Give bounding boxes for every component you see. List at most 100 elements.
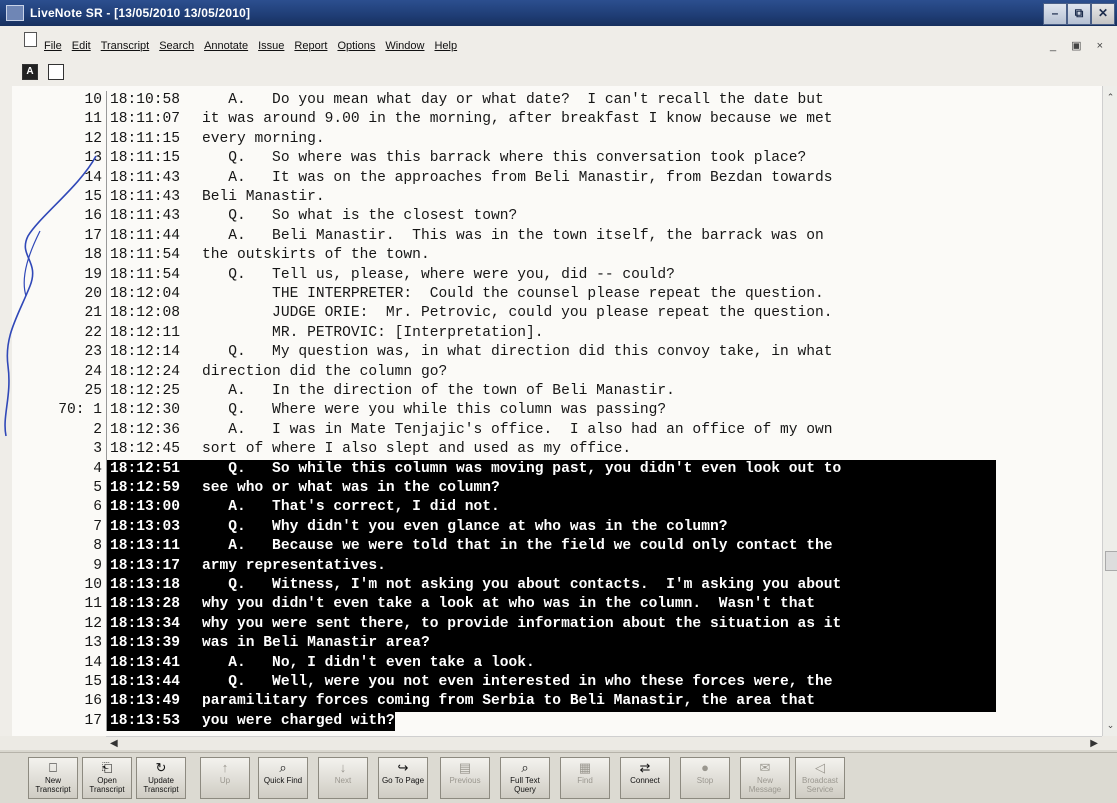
timestamp: 18:12:36 bbox=[106, 420, 180, 441]
new-message-button[interactable]: ✉ New Message bbox=[740, 757, 790, 799]
transcript-text: Q. Tell us, please, where were you, did … bbox=[202, 266, 675, 283]
menu-help[interactable]: Help bbox=[434, 40, 457, 52]
transcript-line[interactable]: 24 18:12:24 direction did the column go? bbox=[12, 362, 1102, 382]
transcript-line[interactable]: 23 18:12:14 Q. My question was, in what d… bbox=[12, 343, 1102, 363]
toolbar-button-label: New Message bbox=[748, 776, 782, 794]
transcript-line[interactable]: 11 18:11:07 it was around 9.00 in the morn… bbox=[12, 110, 1102, 130]
mdi-controls[interactable]: _ ▣ × bbox=[1050, 39, 1109, 52]
transcript-line[interactable]: 13 18:13:39 was in Beli Manastir area? bbox=[12, 634, 1102, 654]
transcript-text: Q. So what is the closest town? bbox=[202, 208, 518, 225]
toolbar-button-label: Quick Find bbox=[263, 776, 303, 785]
transcript-line[interactable]: 17 18:13:53 you were charged with? bbox=[12, 711, 1102, 732]
line-number: 11 bbox=[84, 111, 102, 128]
line-number: 6 bbox=[93, 499, 102, 516]
find-button[interactable]: ▦ Find bbox=[560, 757, 610, 799]
broadcast-icon: ◁ bbox=[815, 760, 825, 775]
menu-annotate[interactable]: Annotate bbox=[204, 40, 248, 52]
transcript-line[interactable]: 14 18:13:41 A. No, I didn't even take a l… bbox=[12, 653, 1102, 673]
go-to-page-button[interactable]: ↪ Go To Page bbox=[378, 757, 428, 799]
annotation-view-icon[interactable]: A bbox=[22, 64, 38, 80]
stop-button[interactable]: ● Stop bbox=[680, 757, 730, 799]
scroll-up-icon[interactable]: ⌃ bbox=[1103, 90, 1117, 105]
line-number: 70: 1 bbox=[58, 402, 102, 419]
menu-options[interactable]: Options bbox=[337, 40, 375, 52]
timestamp: 18:12:24 bbox=[106, 362, 180, 382]
menu-report[interactable]: Report bbox=[294, 40, 327, 52]
window-title-bar[interactable]: LiveNote SR - [13/05/2010 13/05/2010] – … bbox=[0, 0, 1117, 26]
transcript-line[interactable]: 14 18:11:43 A. It was on the approaches f… bbox=[12, 168, 1102, 188]
scroll-right-icon[interactable]: ▶ bbox=[1090, 737, 1098, 751]
transcript-line[interactable]: 15 18:11:43 Beli Manastir. bbox=[12, 188, 1102, 208]
arrow-up-button[interactable]: ↑ Up bbox=[200, 757, 250, 799]
horizontal-scrollbar[interactable]: ◀ ▶ bbox=[106, 736, 1102, 751]
transcript-line[interactable]: 8 18:13:11 A. Because we were told that i… bbox=[12, 537, 1102, 557]
restore-button[interactable]: ⧉ bbox=[1067, 3, 1091, 25]
open-transcript-button[interactable]: ⎗ Open Transcript bbox=[82, 757, 132, 799]
transcript-line[interactable]: 22 18:12:11 MR. PETROVIC: [Interpretation… bbox=[12, 323, 1102, 344]
transcript-line[interactable]: 3 18:12:45 sort of where I also slept and … bbox=[12, 440, 1102, 460]
line-number: 3 bbox=[93, 441, 102, 458]
broadcast-button[interactable]: ◁ Broadcast Service bbox=[795, 757, 845, 799]
timestamp: 18:10:58 bbox=[106, 91, 180, 111]
new-message-icon: ✉ bbox=[759, 760, 771, 775]
transcript-text: Q. My question was, in what direction di… bbox=[202, 344, 833, 361]
transcript-line[interactable]: 4 18:12:51 Q. So while this column was mo… bbox=[12, 459, 1102, 479]
line-number: 5 bbox=[93, 480, 102, 496]
line-number: 24 bbox=[84, 363, 102, 380]
transcript-text: the outskirts of the town. bbox=[202, 247, 430, 264]
vertical-scrollbar[interactable]: ⌃ ⌄ bbox=[1102, 86, 1117, 736]
transcript-line[interactable]: 10 18:10:58 A. Do you mean what day or wh… bbox=[12, 91, 1102, 111]
update-transcript-icon: ↻ bbox=[155, 760, 167, 775]
transcript-line[interactable]: 25 18:12:25 A. In the direction of the to… bbox=[12, 382, 1102, 402]
menu-transcript[interactable]: Transcript bbox=[101, 40, 150, 52]
transcript-line[interactable]: 10 18:13:18 Q. Witness, I'm not asking yo… bbox=[12, 576, 1102, 596]
transcript-line[interactable]: 17 18:11:44 A. Beli Manastir. This was in… bbox=[12, 226, 1102, 247]
transcript-line[interactable]: 12 18:11:15 every morning. bbox=[12, 129, 1102, 150]
previous-button[interactable]: ▤ Previous bbox=[440, 757, 490, 799]
new-transcript-button[interactable]: ⎕ New Transcript bbox=[28, 757, 78, 799]
transcript-text: Q. Well, were you not even interested in… bbox=[202, 673, 833, 693]
transcript-line[interactable]: 19 18:11:54 Q. Tell us, please, where wer… bbox=[12, 265, 1102, 285]
menu-issue[interactable]: Issue bbox=[258, 40, 284, 52]
menu-edit[interactable]: Edit bbox=[72, 40, 91, 52]
menu-search[interactable]: Search bbox=[159, 40, 194, 52]
update-transcript-button[interactable]: ↻ Update Transcript bbox=[136, 757, 186, 799]
menu-window[interactable]: Window bbox=[385, 40, 424, 52]
toolbar-button-label: Broadcast Service bbox=[801, 776, 839, 794]
transcript-line[interactable]: 12 18:13:34 why you were sent there, to pr… bbox=[12, 614, 1102, 635]
page-view-icon[interactable] bbox=[48, 64, 64, 80]
transcript-line[interactable]: 6 18:13:00 A. That's correct, I did not. bbox=[12, 498, 1102, 518]
transcript-line[interactable]: 5 18:12:59 see who or what was in the colu… bbox=[12, 479, 1102, 499]
transcript-line[interactable]: 7 18:13:03 Q. Why didn't you even glance … bbox=[12, 517, 1102, 538]
transcript-line[interactable]: 18 18:11:54 the outskirts of the town. bbox=[12, 246, 1102, 266]
scroll-thumb[interactable] bbox=[1105, 551, 1117, 571]
transcript-line[interactable]: 16 18:11:43 Q. So what is the closest tow… bbox=[12, 207, 1102, 227]
timestamp: 18:11:54 bbox=[106, 265, 180, 285]
toolbar-button-label: Go To Page bbox=[381, 776, 425, 785]
transcript-line[interactable]: 13 18:11:15 Q. So where was this barrack … bbox=[12, 149, 1102, 169]
line-number: 12 bbox=[84, 130, 102, 147]
transcript-line[interactable]: 11 18:13:28 why you didn't even take a loo… bbox=[12, 595, 1102, 615]
transcript-line[interactable]: 20 18:12:04 THE INTERPRETER: Could the co… bbox=[12, 285, 1102, 305]
menu-file[interactable]: File bbox=[44, 40, 62, 52]
transcript-line[interactable]: 16 18:13:49 paramilitary forces coming fro… bbox=[12, 692, 1102, 712]
transcript-line[interactable]: 21 18:12:08 JUDGE ORIE: Mr. Petrovic, cou… bbox=[12, 304, 1102, 324]
transcript-line[interactable]: 9 18:13:17 army representatives. bbox=[12, 556, 1102, 576]
full-text-query-button[interactable]: ⌕ Full Text Query bbox=[500, 757, 550, 799]
previous-icon: ▤ bbox=[458, 760, 472, 775]
scroll-down-icon[interactable]: ⌄ bbox=[1103, 718, 1117, 733]
minimize-button[interactable]: – bbox=[1043, 3, 1067, 25]
close-button[interactable]: ✕ bbox=[1091, 3, 1115, 25]
transcript-text: A. Because we were told that in the fiel… bbox=[202, 537, 833, 557]
transcript-pane[interactable]: 10 18:10:58 A. Do you mean what day or wh… bbox=[12, 86, 1102, 736]
transcript-line[interactable]: 2 18:12:36 A. I was in Mate Tenjajic's of… bbox=[12, 420, 1102, 441]
connect-button[interactable]: ⇄ Connect bbox=[620, 757, 670, 799]
timestamp: 18:11:54 bbox=[106, 246, 180, 266]
next-button[interactable]: ↓ Next bbox=[318, 757, 368, 799]
transcript-line[interactable]: 70: 1 18:12:30 Q. Where were you while th… bbox=[12, 401, 1102, 421]
timestamp: 18:12:59 bbox=[106, 479, 181, 499]
scroll-left-icon[interactable]: ◀ bbox=[110, 737, 118, 751]
timestamp: 18:13:11 bbox=[106, 537, 181, 557]
quick-find-button[interactable]: ⌕ Quick Find bbox=[258, 757, 308, 799]
transcript-line[interactable]: 15 18:13:44 Q. Well, were you not even in… bbox=[12, 673, 1102, 693]
